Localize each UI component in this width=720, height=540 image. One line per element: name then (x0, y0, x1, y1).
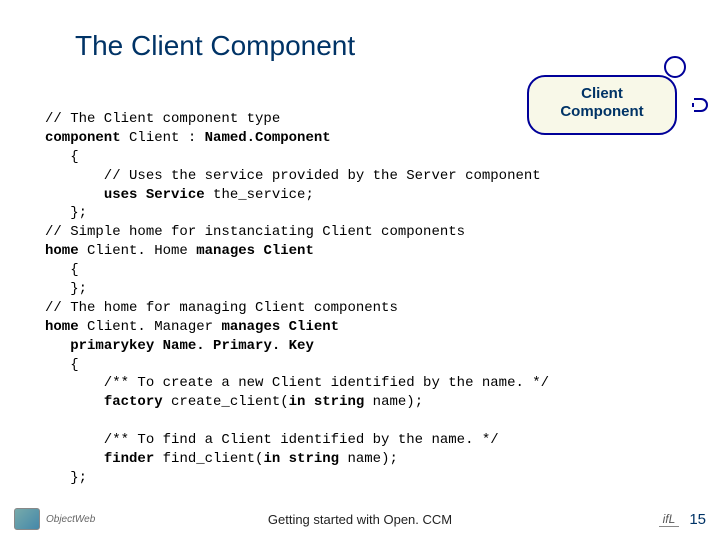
ifl-logo: ifL (659, 512, 680, 527)
slide-title: The Client Component (75, 30, 355, 62)
footer-caption: Getting started with Open. CCM (268, 512, 452, 527)
type-named-component: Named.Component (205, 130, 331, 146)
code-line: { (45, 262, 79, 278)
code-text: name); (364, 394, 423, 410)
code-text (137, 187, 145, 203)
code-line: { (45, 357, 79, 373)
type-client: Client (255, 243, 314, 259)
code-line: /** To create a new Client identified by… (45, 375, 549, 391)
keyword-manages: manages (221, 319, 280, 335)
code-block: // The Client component type component C… (45, 110, 705, 488)
keyword-manages: manages (196, 243, 255, 259)
keyword-home: home (45, 243, 79, 259)
type-client: Client (280, 319, 339, 335)
type-name-primary-key: Name. Primary. Key (154, 338, 314, 354)
code-line: // The home for managing Client componen… (45, 300, 398, 316)
objectweb-logo: ObjectWeb (46, 514, 95, 525)
code-text: Client. Manager (79, 319, 222, 335)
keyword-in-string: in string (263, 451, 339, 467)
code-text: the_service; (205, 187, 314, 203)
keyword-uses: uses (104, 187, 138, 203)
keyword-finder: finder (104, 451, 154, 467)
code-text (45, 338, 70, 354)
code-line: // Uses the service provided by the Serv… (45, 168, 541, 184)
footer: ObjectWeb Getting started with Open. CCM… (0, 504, 720, 534)
code-line: { (45, 149, 79, 165)
code-line: // Simple home for instanciating Client … (45, 224, 465, 240)
code-text: Client. Home (79, 243, 197, 259)
code-line: /** To find a Client identified by the n… (45, 432, 499, 448)
type-service: Service (146, 187, 205, 203)
code-line: }; (45, 281, 87, 297)
title-text: The Client Component (75, 30, 355, 61)
code-line: }; (45, 205, 87, 221)
page-number: 15 (689, 511, 706, 528)
code-text: name); (339, 451, 398, 467)
keyword-component: component (45, 130, 121, 146)
footer-right: ifL 15 (659, 511, 706, 528)
code-text: create_client( (163, 394, 289, 410)
code-line: // The Client component type (45, 111, 280, 127)
code-text (45, 394, 104, 410)
code-line: }; (45, 470, 87, 486)
code-text (45, 451, 104, 467)
keyword-home: home (45, 319, 79, 335)
code-text (45, 187, 104, 203)
provided-interface-icon (664, 56, 686, 78)
code-text: Client : (121, 130, 205, 146)
keyword-factory: factory (104, 394, 163, 410)
org-logo-icon (14, 508, 40, 530)
keyword-in-string: in string (289, 394, 365, 410)
keyword-primarykey: primarykey (70, 338, 154, 354)
slide: The Client Component Client Component //… (0, 0, 720, 540)
footer-left: ObjectWeb (14, 508, 95, 530)
code-text: find_client( (154, 451, 263, 467)
component-label-line1: Client (529, 85, 675, 103)
